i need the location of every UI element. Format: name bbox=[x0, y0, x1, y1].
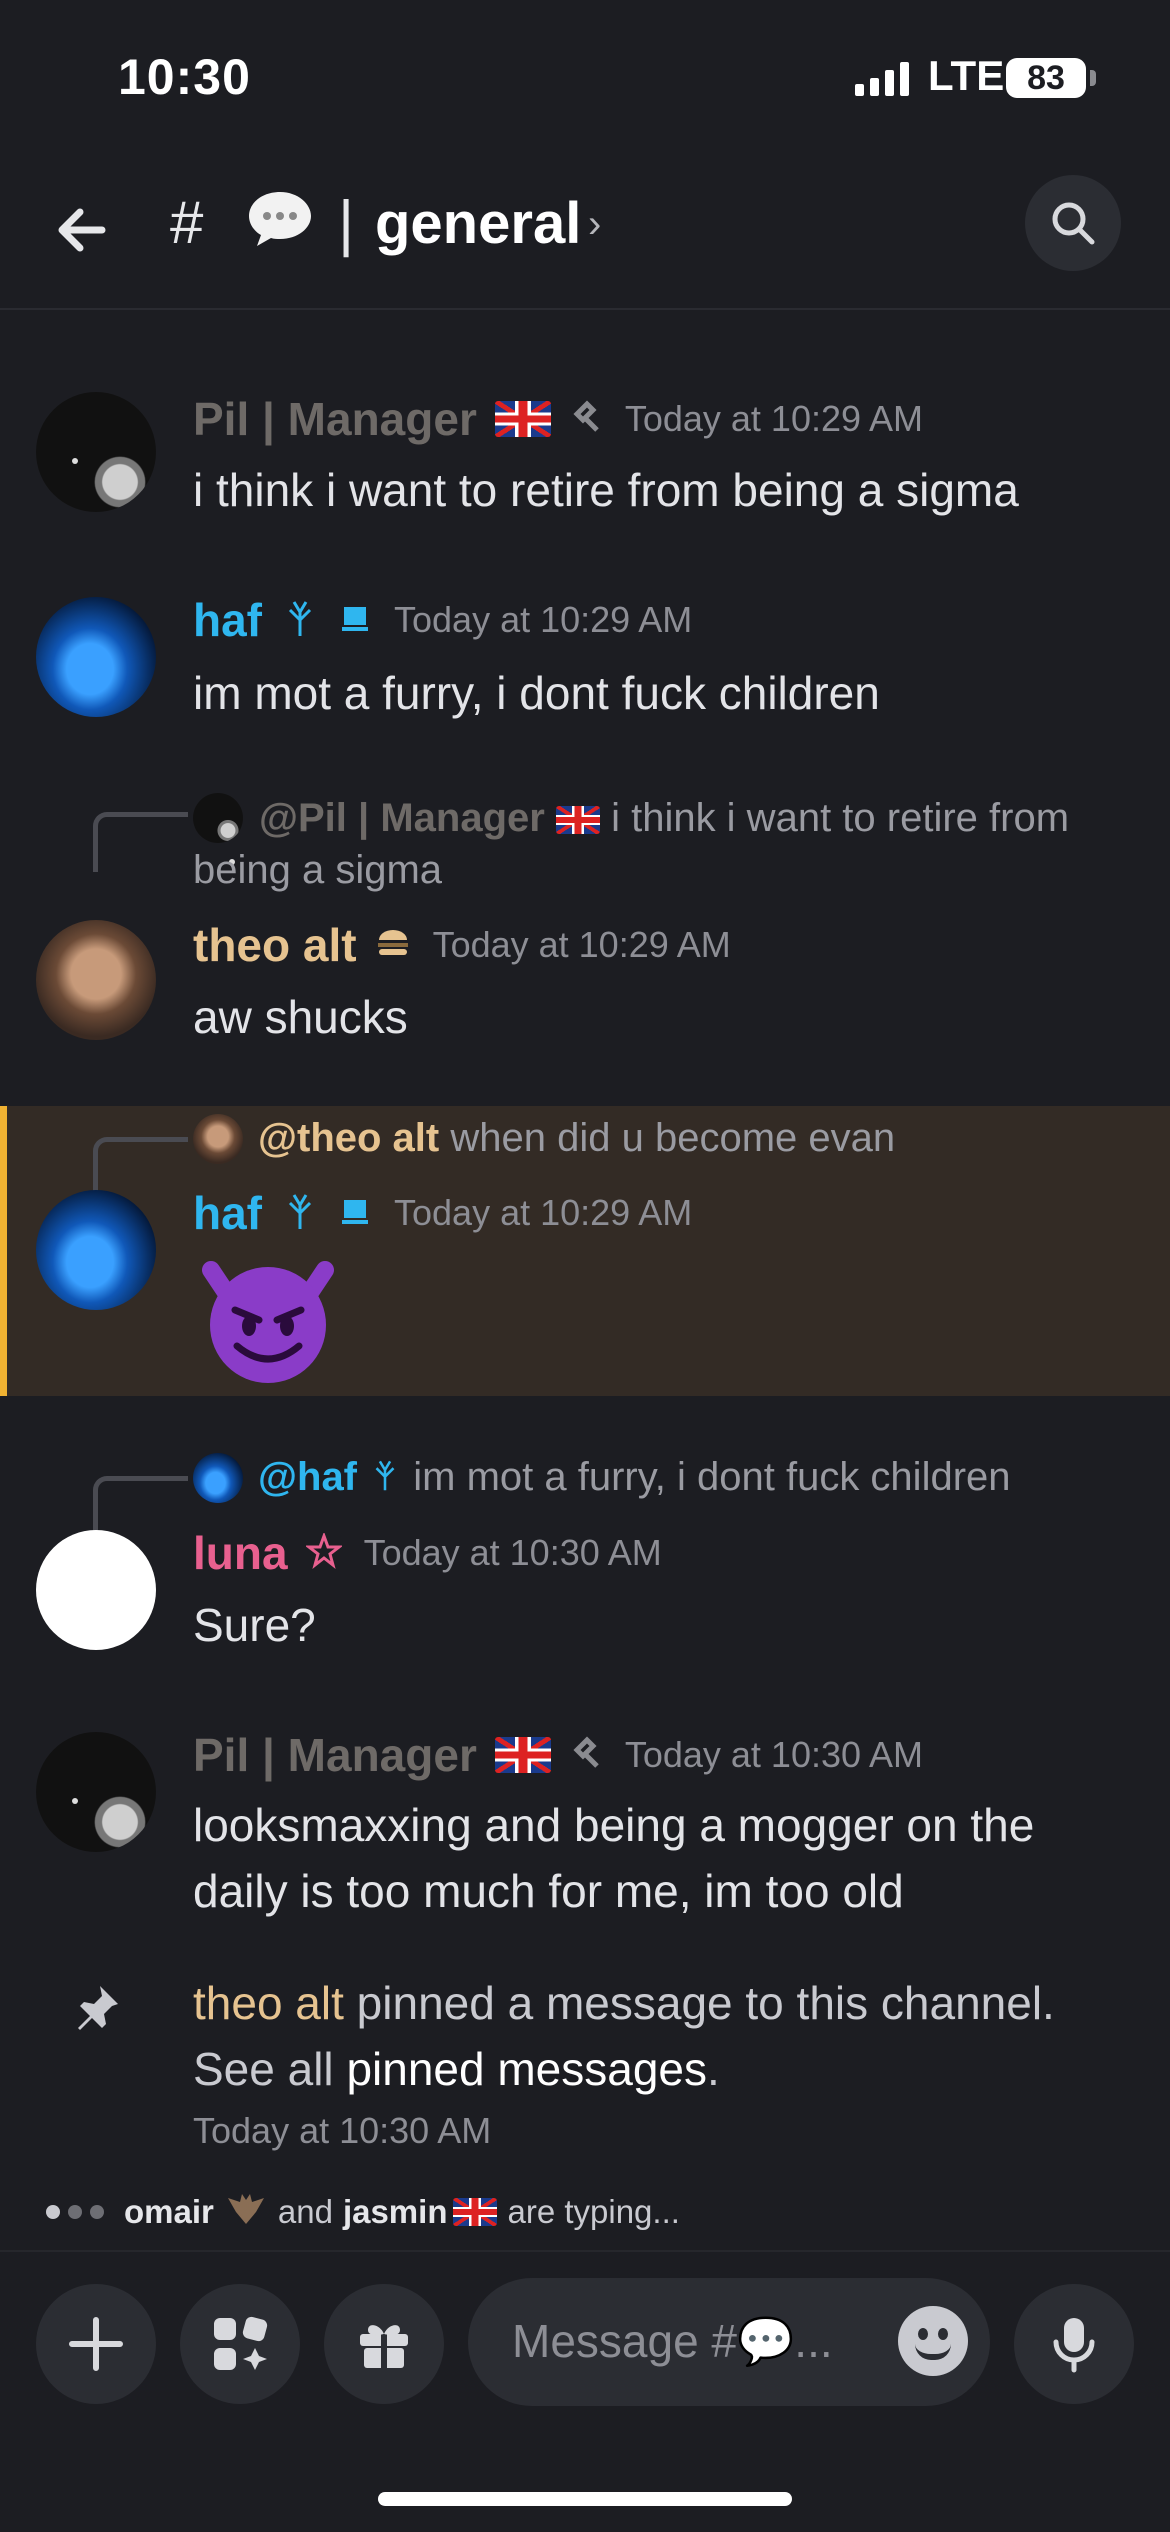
avatar[interactable] bbox=[36, 1530, 156, 1650]
book-icon bbox=[338, 601, 372, 640]
avatar[interactable] bbox=[36, 1190, 156, 1310]
message-text: im mot a furry, i dont fuck children bbox=[193, 667, 880, 719]
reply-connector bbox=[93, 1476, 188, 1536]
back-arrow-icon[interactable] bbox=[50, 195, 120, 265]
message-input-placeholder: Message #💬... bbox=[512, 2315, 833, 2367]
home-indicator[interactable] bbox=[378, 2492, 792, 2506]
apps-icon bbox=[214, 2316, 268, 2370]
uk-flag-icon bbox=[555, 806, 600, 835]
avatar[interactable] bbox=[36, 392, 156, 512]
reply-avatar bbox=[193, 1114, 243, 1164]
message-input[interactable]: Message #💬... bbox=[468, 2278, 990, 2406]
system-timestamp: Today at 10:30 AM bbox=[193, 2110, 492, 2151]
burger-icon bbox=[375, 928, 411, 963]
bat-icon bbox=[226, 2190, 266, 2234]
tree-icon bbox=[368, 1453, 402, 1505]
system-actor[interactable]: theo alt bbox=[193, 1977, 344, 2029]
search-button[interactable] bbox=[1025, 175, 1121, 271]
plus-icon bbox=[69, 2317, 123, 2371]
reply-username: @Pil | Manager bbox=[259, 796, 545, 840]
uk-flag-icon bbox=[494, 401, 551, 437]
reply-avatar bbox=[193, 1453, 243, 1503]
reply-connector bbox=[93, 1137, 188, 1197]
reply-text: im mot a furry, i dont fuck children bbox=[413, 1455, 1011, 1499]
star-icon bbox=[304, 1531, 343, 1574]
avatar[interactable] bbox=[36, 1732, 156, 1852]
channel-separator: | bbox=[338, 189, 355, 258]
message-timestamp: Today at 10:30 AM bbox=[363, 1532, 662, 1573]
voice-message-button[interactable] bbox=[1014, 2284, 1134, 2404]
hammer-icon bbox=[569, 399, 603, 439]
username[interactable]: theo alt bbox=[193, 918, 357, 972]
message-header: haf Today at 10:29 AM bbox=[193, 593, 692, 647]
channel-hash-icon: # bbox=[170, 189, 204, 256]
channel-name[interactable]: general bbox=[375, 190, 581, 257]
username[interactable]: Pil | Manager bbox=[193, 1728, 477, 1782]
typing-and: and bbox=[277, 2193, 333, 2230]
emoji-picker-icon[interactable] bbox=[898, 2306, 968, 2376]
username[interactable]: haf bbox=[193, 1186, 262, 1240]
username[interactable]: luna bbox=[193, 1526, 288, 1580]
battery-tip bbox=[1090, 70, 1096, 86]
pinned-system-message: theo alt pinned a message to this channe… bbox=[193, 1970, 1093, 2102]
username[interactable]: Pil | Manager bbox=[193, 392, 477, 446]
message-header: theo alt Today at 10:29 AM bbox=[193, 918, 731, 972]
message-header: Pil | Manager Today at 10:30 AM bbox=[193, 1728, 923, 1782]
uk-flag-icon bbox=[453, 2198, 498, 2226]
system-text-2: . bbox=[707, 2043, 720, 2095]
typing-user: omair bbox=[124, 2193, 214, 2230]
typing-dots-icon bbox=[46, 2205, 104, 2219]
apps-button[interactable] bbox=[180, 2284, 300, 2404]
microphone-icon bbox=[1053, 2318, 1095, 2373]
message-timestamp: Today at 10:29 AM bbox=[394, 599, 693, 640]
typing-user: jasmin bbox=[342, 2193, 448, 2230]
message-composer: Message #💬... bbox=[0, 2250, 1170, 2406]
message-timestamp: Today at 10:29 AM bbox=[624, 398, 924, 439]
gift-icon bbox=[360, 2325, 408, 2368]
carrier-label: LTE bbox=[928, 52, 1005, 99]
hammer-icon bbox=[569, 1735, 603, 1775]
message-header: Pil | Manager Today at 10:29 AM bbox=[193, 392, 923, 446]
tree-icon bbox=[280, 598, 320, 643]
smiling-devil-emoji-icon bbox=[193, 1240, 343, 1390]
battery-icon: 83 bbox=[1006, 58, 1086, 98]
message-timestamp: Today at 10:29 AM bbox=[432, 924, 731, 965]
reply-preview[interactable]: @haf im mot a furry, i dont fuck childre… bbox=[258, 1451, 1011, 1505]
gift-button[interactable] bbox=[324, 2284, 444, 2404]
message-timestamp: Today at 10:30 AM bbox=[624, 1734, 924, 1775]
status-bar: 10:30 LTE 83 bbox=[0, 0, 1170, 150]
pinned-messages-link[interactable]: pinned messages bbox=[346, 2043, 707, 2095]
message-text: looksmaxxing and being a mogger on the d… bbox=[193, 1799, 1035, 1917]
message-header: luna Today at 10:30 AM bbox=[193, 1526, 662, 1580]
reply-username: @theo alt bbox=[258, 1116, 440, 1160]
reply-preview[interactable]: @Pil | Manager i think i want to retire … bbox=[193, 792, 1093, 896]
book-icon bbox=[338, 1194, 372, 1233]
avatar[interactable] bbox=[36, 597, 156, 717]
typing-indicator: omair and jasmin are typing... bbox=[46, 2190, 680, 2234]
status-time: 10:30 bbox=[118, 49, 251, 105]
pin-icon bbox=[72, 1982, 122, 2032]
channel-header: # | general › bbox=[0, 160, 1170, 310]
uk-flag-icon bbox=[494, 1737, 551, 1773]
search-icon bbox=[1052, 202, 1095, 245]
username[interactable]: haf bbox=[193, 593, 262, 647]
avatar[interactable] bbox=[36, 920, 156, 1040]
signal-icon bbox=[855, 62, 909, 96]
message-text: aw shucks bbox=[193, 991, 408, 1043]
reply-text: when did u become evan bbox=[450, 1116, 896, 1160]
add-attachment-button[interactable] bbox=[36, 2284, 156, 2404]
message-text: i think i want to retire from being a si… bbox=[193, 464, 1019, 516]
chevron-right-icon[interactable]: › bbox=[588, 202, 601, 247]
reply-preview[interactable]: @theo alt when did u become evan bbox=[258, 1112, 895, 1164]
message-header: haf Today at 10:29 AM bbox=[193, 1186, 692, 1240]
reply-connector bbox=[93, 812, 188, 872]
message-text: Sure? bbox=[193, 1599, 316, 1651]
tree-icon bbox=[280, 1191, 320, 1236]
typing-suffix: are typing... bbox=[507, 2193, 680, 2230]
speech-bubble-icon bbox=[245, 188, 315, 250]
message-timestamp: Today at 10:29 AM bbox=[394, 1192, 693, 1233]
reply-username: @haf bbox=[258, 1455, 358, 1499]
